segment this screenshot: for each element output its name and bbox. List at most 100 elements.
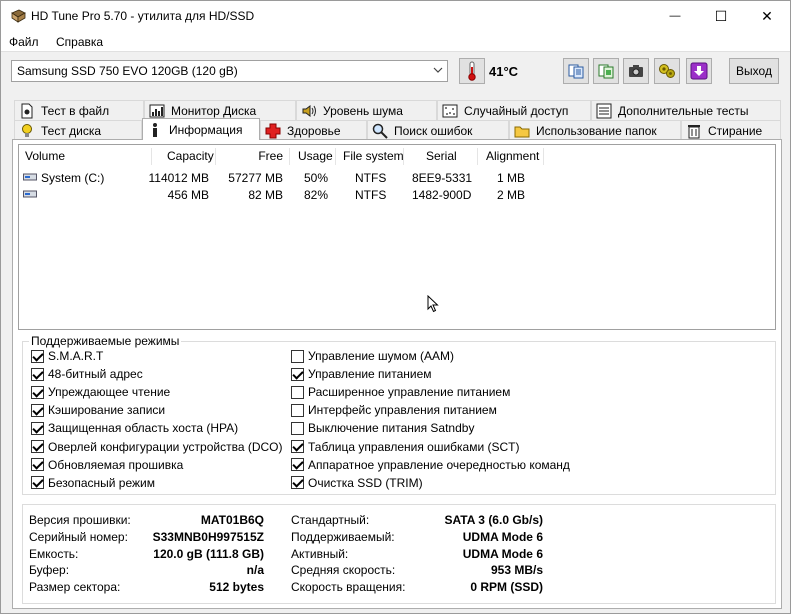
checkbox-checked-icon[interactable] xyxy=(31,367,44,381)
checkbox-unchecked-icon[interactable] xyxy=(291,385,304,399)
feature-label: Управление шумом (AAM) xyxy=(308,349,455,363)
checkbox-checked-icon[interactable] xyxy=(31,458,44,472)
tab-label: Поиск ошибок xyxy=(394,123,473,138)
minimize-button[interactable]: — xyxy=(652,1,698,31)
camera-icon xyxy=(629,65,643,77)
tab-erase[interactable]: Стирание xyxy=(681,120,781,140)
close-icon: ✕ xyxy=(761,7,773,24)
feature-checkbox[interactable]: Очистка SSD (TRIM) xyxy=(291,475,423,491)
column-free[interactable]: Free xyxy=(249,149,283,163)
checkbox-checked-icon[interactable] xyxy=(291,367,304,381)
tab-benchmark[interactable]: Тест диска xyxy=(14,120,142,140)
checkbox-checked-icon[interactable] xyxy=(31,421,44,435)
feature-checkbox[interactable]: Обновляемая прошивка xyxy=(31,457,183,473)
column-alignment[interactable]: Alignment xyxy=(486,149,539,163)
feature-checkbox[interactable]: S.M.A.R.T xyxy=(31,348,103,364)
feature-checkbox[interactable]: Интерфейс управления питанием xyxy=(291,402,497,418)
download-button[interactable] xyxy=(686,58,712,84)
exit-button[interactable]: Выход xyxy=(729,58,779,84)
column-volume[interactable]: Volume xyxy=(25,149,65,163)
extra-tests-icon xyxy=(596,103,612,119)
feature-checkbox[interactable]: Таблица управления ошибками (SCT) xyxy=(291,439,520,455)
checkbox-checked-icon[interactable] xyxy=(31,476,44,490)
feature-label: Интерфейс управления питанием xyxy=(308,403,497,418)
column-capacity[interactable]: Capacity xyxy=(167,149,214,163)
feature-checkbox[interactable]: Аппаратное управление очередностью коман… xyxy=(291,457,570,473)
cell-alignment: 1 MB xyxy=(497,171,526,185)
info-value: 0 RPM (SSD) xyxy=(470,580,543,595)
info-value: SATA 3 (6.0 Gb/s) xyxy=(444,513,543,527)
feature-checkbox[interactable]: Управление шумом (AAM) xyxy=(291,348,454,364)
copy-text-button[interactable] xyxy=(563,58,589,84)
feature-checkbox[interactable]: Безопасный режим xyxy=(31,475,155,491)
drive-select-value: Samsung SSD 750 EVO 120GB (120 gB) xyxy=(17,64,238,78)
feature-checkbox[interactable]: Оверлей конфигурации устройства (DCO) xyxy=(31,439,283,455)
chevron-down-icon xyxy=(433,67,443,73)
feature-checkbox[interactable]: Упреждающее чтение xyxy=(31,384,170,400)
tab-label: Информация xyxy=(169,122,243,137)
feature-label: Управление питанием xyxy=(308,367,432,382)
feature-label: Аппаратное управление очередностью коман… xyxy=(308,457,570,472)
feature-checkbox[interactable]: Расширенное управление питанием xyxy=(291,384,510,400)
cell-capacity: 456 MB xyxy=(167,188,209,202)
close-button[interactable]: ✕ xyxy=(744,1,790,31)
info-value: 512 bytes xyxy=(209,580,264,595)
checkbox-checked-icon[interactable] xyxy=(31,349,44,363)
copy-info-icon xyxy=(598,64,614,79)
menu-help[interactable]: Справка xyxy=(56,35,103,49)
info-value: 120.0 gB (111.8 GB) xyxy=(153,546,264,561)
checkbox-checked-icon[interactable] xyxy=(31,385,44,399)
minimize-icon: — xyxy=(669,10,681,22)
feature-checkbox[interactable]: 48-битный адрес xyxy=(31,366,143,382)
tab-health[interactable]: Здоровье xyxy=(260,120,367,140)
feature-label: Выключение питания Satndby xyxy=(308,421,475,436)
tab-noise-level[interactable]: Уровень шума xyxy=(296,100,437,120)
tab-disk-monitor[interactable]: Монитор Диска xyxy=(144,100,296,120)
tab-error-scan[interactable]: Поиск ошибок xyxy=(367,120,509,140)
tab-label: Дополнительные тесты xyxy=(618,103,749,118)
window-title: HD Tune Pro 5.70 - утилита для HD/SSD xyxy=(31,9,255,23)
tab-label: Стирание xyxy=(708,123,763,138)
temperature-button[interactable] xyxy=(459,58,485,84)
table-row[interactable]: System (C:) 114012 MB 57277 MB 50% NTFS … xyxy=(19,169,775,186)
maximize-button[interactable]: ☐ xyxy=(698,1,744,31)
checkbox-checked-icon[interactable] xyxy=(291,458,304,472)
tab-random-access[interactable]: Случайный доступ xyxy=(437,100,591,120)
app-window: HD Tune Pro 5.70 - утилита для HD/SSD — … xyxy=(0,0,791,614)
column-serial[interactable]: Serial xyxy=(426,149,457,163)
copy-info-button[interactable] xyxy=(593,58,619,84)
speaker-icon xyxy=(301,103,317,119)
feature-checkbox[interactable]: Выключение питания Satndby xyxy=(291,420,474,436)
feature-checkbox[interactable]: Управление питанием xyxy=(291,366,432,382)
checkbox-checked-icon[interactable] xyxy=(291,476,304,490)
download-icon xyxy=(690,62,708,80)
checkbox-unchecked-icon[interactable] xyxy=(291,349,304,363)
checkbox-checked-icon[interactable] xyxy=(31,440,44,453)
tab-file-test[interactable]: Тест в файл xyxy=(14,100,144,120)
table-row[interactable]: 456 MB 82 MB 82% NTFS 1482-900D 2 MB xyxy=(19,186,775,203)
drive-select[interactable]: Samsung SSD 750 EVO 120GB (120 gB) xyxy=(11,60,448,82)
tab-extra-tests[interactable]: Дополнительные тесты xyxy=(591,100,781,120)
feature-label: Расширенное управление питанием xyxy=(308,385,511,400)
cell-usage: 50% xyxy=(303,171,328,185)
cell-alignment: 2 MB xyxy=(497,188,526,202)
menu-file[interactable]: Файл xyxy=(9,35,39,49)
tab-folder-usage[interactable]: Использование папок xyxy=(509,120,681,140)
feature-checkbox[interactable]: Защищенная область хоста (HPA) xyxy=(31,420,238,436)
column-file-system[interactable]: File system xyxy=(343,149,404,163)
checkbox-unchecked-icon[interactable] xyxy=(291,403,304,417)
tab-label: Здоровье xyxy=(287,123,341,138)
cell-volume: System (C:) xyxy=(41,171,105,185)
options-button[interactable] xyxy=(654,58,680,84)
info-value: UDMA Mode 6 xyxy=(462,529,543,544)
feature-checkbox[interactable]: Кэширование записи xyxy=(31,402,165,418)
volume-list[interactable]: Volume Capacity Free Usage File system S… xyxy=(18,144,776,330)
checkbox-unchecked-icon[interactable] xyxy=(291,421,304,435)
info-value: S33MNB0H997515Z xyxy=(152,529,264,544)
tab-info[interactable]: Информация xyxy=(142,118,260,140)
checkbox-checked-icon[interactable] xyxy=(31,403,44,417)
column-usage[interactable]: Usage xyxy=(298,149,333,163)
checkbox-checked-icon[interactable] xyxy=(291,440,304,453)
screenshot-button[interactable] xyxy=(623,58,649,84)
cell-free: 57277 MB xyxy=(228,171,283,185)
